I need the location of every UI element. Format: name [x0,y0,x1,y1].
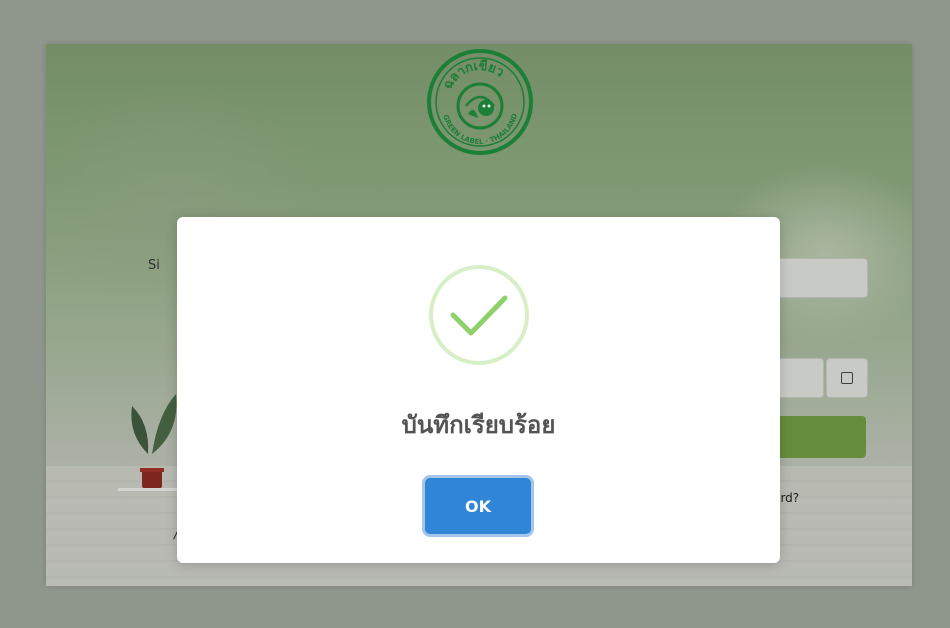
ok-button[interactable]: OK [425,478,531,534]
dialog-title: บันทึกเรียบร้อย [401,411,556,439]
success-check-icon [429,265,529,365]
success-dialog: บันทึกเรียบร้อย OK [177,217,780,563]
